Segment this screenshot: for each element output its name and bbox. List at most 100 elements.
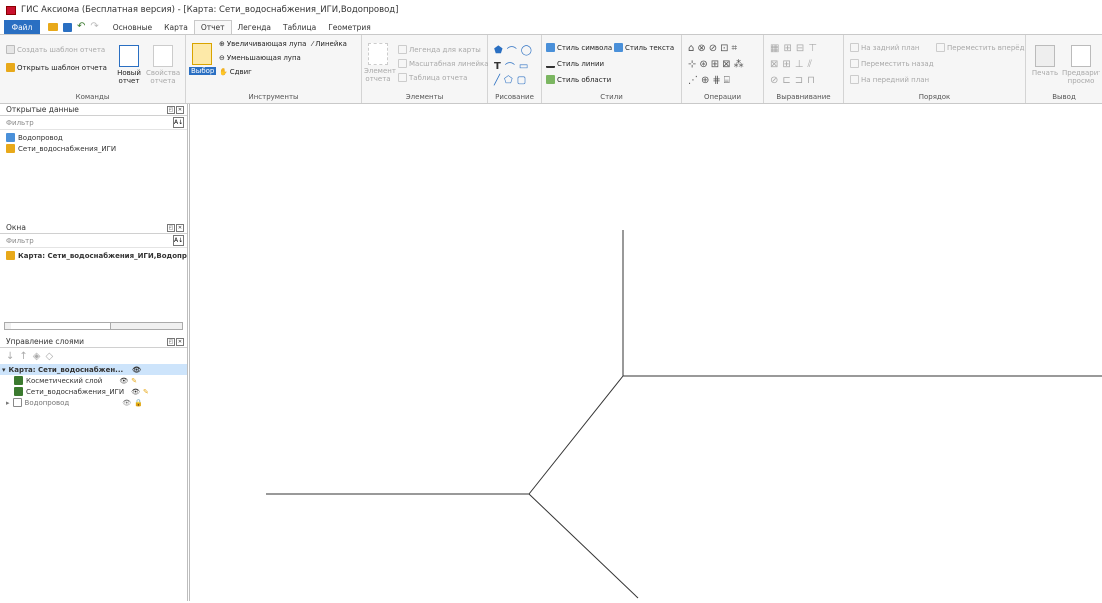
layer-tree-map[interactable]: ▾ Карта: Сети_водоснабжен... 👁 bbox=[0, 364, 187, 375]
line-icon[interactable]: ╱ bbox=[494, 75, 500, 86]
tab-map[interactable]: Карта bbox=[158, 21, 194, 34]
open-template-button[interactable]: Открыть шаблон отчета bbox=[6, 63, 107, 72]
operation-icon[interactable]: ⊕ bbox=[701, 75, 709, 86]
rectangle-icon[interactable]: ▭ bbox=[519, 61, 528, 72]
zoom-out-button[interactable]: ⊖ Уменьшающая лупа bbox=[219, 54, 301, 62]
align-icon[interactable]: ▦ bbox=[770, 43, 779, 54]
tab-report[interactable]: Отчет bbox=[193, 20, 232, 34]
align-icon[interactable]: ⊘ bbox=[770, 75, 778, 86]
undo-icon[interactable]: ↶ bbox=[77, 22, 85, 32]
text-style-button[interactable]: Стиль текста bbox=[614, 43, 674, 52]
operation-icon[interactable]: ⊹ bbox=[688, 59, 696, 70]
report-element-button[interactable]: Элемент отчета bbox=[364, 43, 396, 83]
symbol-style-button[interactable]: Стиль символа bbox=[546, 43, 612, 52]
filter-input[interactable]: Фильтр bbox=[6, 237, 34, 245]
remove-layer-icon[interactable]: ◇ bbox=[45, 351, 53, 362]
align-icon[interactable]: ⊐ bbox=[795, 75, 803, 86]
operation-icon[interactable]: ⋰ bbox=[688, 75, 698, 86]
align-icon[interactable]: ⊠ bbox=[770, 59, 778, 70]
pin-icon[interactable]: ◰ bbox=[167, 337, 175, 346]
align-icon[interactable]: ⫽ bbox=[808, 59, 812, 70]
tab-table[interactable]: Таблица bbox=[277, 21, 322, 34]
visibility-icon[interactable]: 👁 bbox=[131, 388, 140, 396]
rounded-rect-icon[interactable]: ▢ bbox=[517, 75, 526, 86]
scale-bar-button[interactable]: Масштабная линейка bbox=[398, 59, 489, 68]
align-icon[interactable]: ⊤ bbox=[808, 43, 817, 54]
move-down-icon[interactable]: ↓ bbox=[6, 351, 14, 362]
report-properties-button[interactable]: Свойства отчета bbox=[146, 45, 180, 85]
align-icon[interactable]: ⊞ bbox=[782, 59, 790, 70]
filter-input[interactable]: Фильтр bbox=[6, 119, 34, 127]
move-up-icon[interactable]: ↑ bbox=[19, 351, 27, 362]
tab-geometry[interactable]: Геометрия bbox=[322, 21, 377, 34]
text-icon[interactable]: T bbox=[494, 61, 501, 72]
pin-icon[interactable]: ◰ bbox=[167, 223, 175, 232]
close-icon[interactable]: ✕ bbox=[176, 105, 184, 114]
close-icon[interactable]: ✕ bbox=[176, 223, 184, 232]
map-canvas[interactable] bbox=[189, 104, 1102, 601]
redo-icon[interactable]: ↷ bbox=[90, 22, 98, 32]
align-icon[interactable]: ⊥ bbox=[795, 59, 804, 70]
operation-icon[interactable]: ⊠ bbox=[722, 59, 730, 70]
marker-icon[interactable]: ⬟ bbox=[494, 45, 503, 56]
folder-icon[interactable] bbox=[48, 23, 58, 31]
file-tab[interactable]: Файл bbox=[4, 20, 40, 34]
save-icon[interactable] bbox=[63, 22, 72, 32]
align-icon[interactable]: ⊏ bbox=[782, 75, 790, 86]
select-tool-button[interactable]: Выбор bbox=[189, 43, 217, 75]
bring-to-front-button[interactable]: На передний план bbox=[850, 75, 929, 84]
edit-icon[interactable]: ✎ bbox=[131, 377, 137, 385]
operation-icon[interactable]: ⊛ bbox=[699, 59, 707, 70]
tab-legend[interactable]: Легенда bbox=[232, 21, 278, 34]
ruler-button[interactable]: ⁄ Линейка bbox=[312, 40, 347, 48]
arc-icon[interactable]: ⌒ bbox=[505, 59, 515, 74]
polygon-icon[interactable]: ⬠ bbox=[504, 75, 513, 86]
visibility-icon[interactable]: 👁 bbox=[122, 399, 131, 407]
line-style-button[interactable]: Стиль линии bbox=[546, 59, 604, 68]
new-report-button[interactable]: Новый отчет bbox=[116, 45, 142, 85]
operation-icon[interactable]: ⊗ bbox=[697, 43, 705, 54]
align-icon[interactable]: ⊞ bbox=[783, 43, 791, 54]
print-button[interactable]: Печать bbox=[1030, 45, 1060, 77]
sort-icon[interactable]: A↓ bbox=[173, 117, 184, 128]
operation-icon[interactable]: ⋕ bbox=[712, 75, 720, 86]
preview-button[interactable]: Предваритепросмо bbox=[1062, 45, 1100, 85]
list-item[interactable]: Сети_водоснабжения_ИГИ bbox=[0, 143, 187, 154]
operation-icon[interactable]: ⊡ bbox=[720, 43, 728, 54]
align-icon[interactable]: ⊟ bbox=[796, 43, 804, 54]
operation-icon[interactable]: ⌗ bbox=[732, 43, 738, 54]
polyline-icon[interactable]: ⌒ bbox=[507, 43, 517, 58]
create-template-button[interactable]: Создать шаблон отчета bbox=[6, 45, 105, 54]
layer-item[interactable]: Сети_водоснабжения_ИГИ 👁 ✎ bbox=[0, 386, 187, 397]
lock-icon[interactable]: 🔒 bbox=[134, 399, 143, 407]
operation-icon[interactable]: ⌸ bbox=[724, 75, 730, 86]
operation-icon[interactable]: ⌂ bbox=[688, 43, 694, 54]
move-forward-button[interactable]: Переместить вперёд bbox=[936, 43, 1024, 52]
operation-icon[interactable]: ⁂ bbox=[734, 59, 744, 70]
horizontal-scrollbar[interactable] bbox=[4, 322, 183, 330]
tab-basic[interactable]: Основные bbox=[107, 21, 158, 34]
layer-item[interactable]: Косметический слой 👁 ✎ bbox=[0, 375, 187, 386]
move-backward-button[interactable]: Переместить назад bbox=[850, 59, 934, 68]
operation-icon[interactable]: ⊘ bbox=[709, 43, 717, 54]
report-table-button[interactable]: Таблица отчета bbox=[398, 73, 467, 82]
add-layer-icon[interactable]: ◈ bbox=[33, 351, 41, 362]
layer-item[interactable]: ▸ Водопровод 👁 🔒 bbox=[0, 397, 187, 408]
expand-icon[interactable]: ▸ bbox=[6, 399, 10, 407]
visibility-icon[interactable]: 👁 bbox=[132, 366, 141, 374]
sort-icon[interactable]: A↓ bbox=[173, 235, 184, 246]
map-legend-button[interactable]: Легенда для карты bbox=[398, 45, 481, 54]
close-icon[interactable]: ✕ bbox=[176, 337, 184, 346]
list-item[interactable]: Водопровод bbox=[0, 132, 187, 143]
align-icon[interactable]: ⊓ bbox=[807, 75, 815, 86]
list-item[interactable]: Карта: Сети_водоснабжения_ИГИ,Водопр bbox=[0, 250, 187, 261]
zoom-in-button[interactable]: ⊕ Увеличивающая лупа bbox=[219, 40, 306, 48]
pin-icon[interactable]: ◰ bbox=[167, 105, 175, 114]
visibility-icon[interactable]: 👁 bbox=[119, 377, 128, 385]
send-to-back-button[interactable]: На задний план bbox=[850, 43, 919, 52]
scrollbar-thumb[interactable] bbox=[11, 323, 111, 329]
pan-button[interactable]: ✋ Сдвиг bbox=[219, 68, 252, 76]
ellipse-icon[interactable]: ◯ bbox=[521, 45, 532, 56]
edit-icon[interactable]: ✎ bbox=[143, 388, 149, 396]
operation-icon[interactable]: ⊞ bbox=[711, 59, 719, 70]
